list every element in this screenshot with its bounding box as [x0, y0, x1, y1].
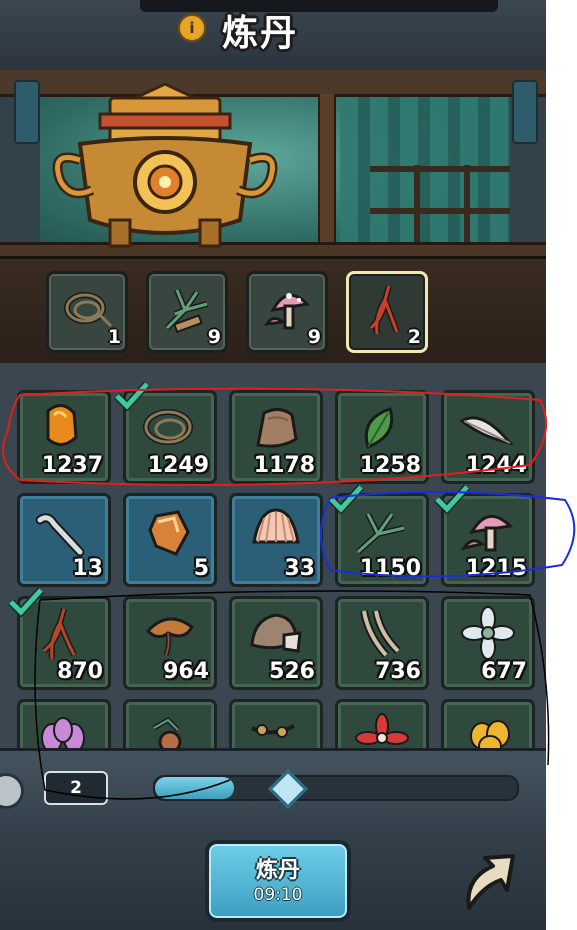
- item-count: 870: [57, 659, 103, 684]
- item-count: 5: [193, 556, 209, 581]
- ingredient-slot-selected[interactable]: 2: [346, 271, 428, 353]
- berry-sprig-icon: [152, 716, 182, 748]
- inventory-item-lingzhi-mushroom[interactable]: 964: [123, 596, 217, 690]
- checkmark-icon: [434, 484, 470, 514]
- page-title: 炼丹: [222, 13, 299, 54]
- inventory-item-amber-stone[interactable]: 1237: [17, 390, 111, 484]
- inventory-item-orange-crystal[interactable]: 5: [123, 493, 217, 587]
- ingredient-slot[interactable]: 9: [146, 271, 228, 353]
- item-count: 736: [375, 659, 421, 684]
- item-count: 1215: [465, 556, 527, 581]
- quantity-field[interactable]: 2: [44, 771, 108, 805]
- cauldron-icon[interactable]: [40, 80, 290, 250]
- top-strip: [140, 0, 498, 12]
- rock-ore-icon: [250, 613, 302, 653]
- checkmark-icon: [328, 484, 364, 514]
- inventory-grid: 1237 1249 1178 1258 1244 13 5 33 1150 12…: [0, 363, 546, 748]
- slot-count: 1: [107, 326, 121, 348]
- inventory-item-white-flower[interactable]: 677: [441, 596, 535, 690]
- decrease-knob[interactable]: [0, 773, 24, 809]
- alchemy-screen: i 炼丹 1 9 9 2 1237 1249 1178 1258 1244 13…: [0, 0, 546, 930]
- item-count: 1178: [253, 453, 315, 478]
- craft-button-label: 炼丹: [255, 858, 300, 883]
- inventory-item-berry-sprig[interactable]: [123, 699, 217, 748]
- item-count: 33: [284, 556, 315, 581]
- leather-scrap-icon: [256, 408, 298, 448]
- seashell-icon: [252, 508, 300, 544]
- inventory-item-red-flower[interactable]: [335, 699, 429, 748]
- lantern-icon: [14, 80, 40, 144]
- checkmark-icon: [8, 587, 44, 617]
- inventory-item-yellow-flower[interactable]: [441, 699, 535, 748]
- red-flower-icon: [355, 713, 409, 745]
- yellow-flower-icon: [470, 720, 510, 748]
- slot-count: 9: [207, 326, 221, 348]
- orange-crystal-icon: [148, 510, 190, 556]
- item-count: 1244: [465, 453, 527, 478]
- lingzhi-mushroom-icon: [145, 617, 194, 656]
- inventory-item-seed-vine[interactable]: [229, 699, 323, 748]
- quantity-bar: 2: [0, 748, 546, 831]
- pillar: [318, 94, 336, 260]
- bamboo-shoots-icon: [360, 610, 401, 658]
- inventory-item-rock-ore[interactable]: 526: [229, 596, 323, 690]
- window-lattice: [370, 165, 510, 250]
- inventory-item-bone-branch[interactable]: 13: [17, 493, 111, 587]
- amber-stone-icon: [46, 404, 78, 446]
- item-count: 1150: [359, 556, 421, 581]
- slider-thumb[interactable]: [268, 769, 308, 809]
- inventory-item-bamboo-shoots[interactable]: 736: [335, 596, 429, 690]
- selected-ingredients: 1 9 9 2: [0, 256, 546, 366]
- ingredient-slot[interactable]: 1: [46, 271, 128, 353]
- item-count: 1249: [147, 453, 209, 478]
- purple-flower-icon: [41, 717, 85, 748]
- alchemy-scene: [0, 70, 546, 260]
- inventory-item-white-feather[interactable]: 1244: [441, 390, 535, 484]
- title-bar: i 炼丹: [0, 0, 546, 70]
- back-arrow-icon[interactable]: [455, 848, 525, 914]
- item-count: 13: [72, 556, 103, 581]
- item-count: 1237: [41, 453, 103, 478]
- slot-count: 2: [407, 326, 421, 348]
- slot-count: 9: [307, 326, 321, 348]
- item-count: 1258: [359, 453, 421, 478]
- info-icon[interactable]: i: [178, 14, 206, 42]
- footer: 炼丹 09:10: [0, 828, 546, 930]
- seed-vine-icon: [251, 724, 295, 738]
- white-flower-icon: [461, 606, 515, 660]
- inventory-item-seashell[interactable]: 33: [229, 493, 323, 587]
- craft-timer: 09:10: [253, 885, 303, 905]
- item-count: 677: [481, 659, 527, 684]
- inventory-item-green-leaf[interactable]: 1258: [335, 390, 429, 484]
- inventory-item-leather-scrap[interactable]: 1178: [229, 390, 323, 484]
- craft-button[interactable]: 炼丹 09:10: [205, 840, 351, 922]
- bone-branch-icon: [35, 513, 85, 557]
- item-count: 526: [269, 659, 315, 684]
- item-count: 964: [163, 659, 209, 684]
- checkmark-icon: [114, 381, 150, 411]
- ingredient-slot[interactable]: 9: [246, 271, 328, 353]
- quantity-slider[interactable]: [153, 769, 519, 809]
- lantern-icon: [512, 80, 538, 144]
- inventory-item-purple-flower[interactable]: [17, 699, 111, 748]
- white-feather-icon: [459, 416, 514, 446]
- slider-fill: [155, 777, 234, 799]
- green-leaf-icon: [364, 407, 394, 450]
